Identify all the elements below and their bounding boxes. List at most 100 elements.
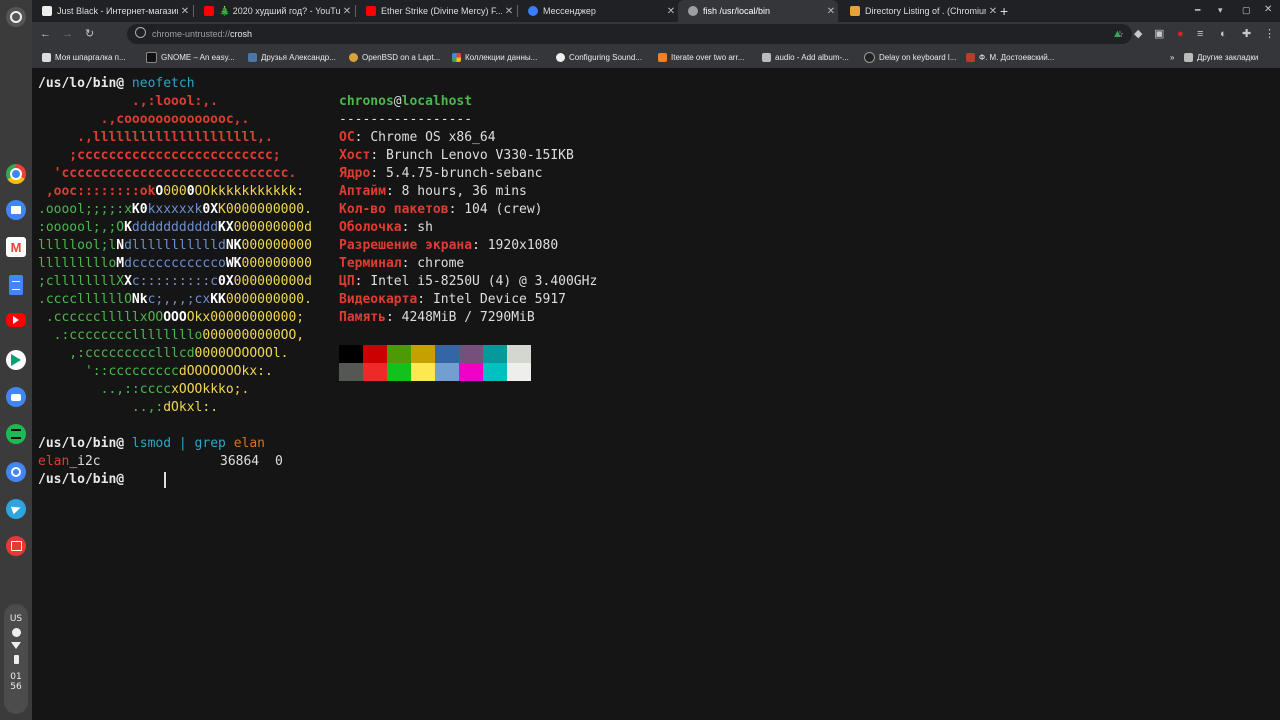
color-swatch bbox=[435, 345, 459, 363]
privacy-extension-icon[interactable]: ◐ bbox=[1220, 22, 1227, 46]
info-label: Оболочка bbox=[339, 220, 402, 235]
youtube-favicon-icon bbox=[366, 6, 376, 16]
bookmark-label: Моя шпаргалка п... bbox=[55, 52, 126, 62]
minimize-icon[interactable]: ━ bbox=[1195, 0, 1200, 21]
reload-icon[interactable]: ↻ bbox=[85, 22, 94, 46]
menu-dots-icon[interactable]: ⋮ bbox=[1264, 22, 1275, 46]
gmail-app-icon[interactable]: M bbox=[6, 237, 26, 257]
close-tab-icon[interactable]: ✕ bbox=[664, 6, 678, 17]
drive-extension-icon[interactable]: ▲ bbox=[1112, 22, 1123, 46]
bookmark-item[interactable]: Моя шпаргалка п... bbox=[42, 50, 126, 64]
other-bookmarks-folder[interactable]: Другие закладки bbox=[1184, 50, 1258, 64]
tab-fish-active[interactable]: fish /usr/local/bin ✕ bbox=[678, 0, 838, 22]
bookmark-label: OpenBSD on a Lapt... bbox=[362, 52, 441, 62]
info-value: 1920x1080 bbox=[487, 238, 559, 253]
argument: elan bbox=[233, 436, 265, 451]
info-line: Видеокарта: Intel Device 5917 bbox=[339, 292, 566, 307]
stackoverflow-icon bbox=[658, 52, 667, 62]
back-icon[interactable]: ← bbox=[40, 22, 51, 46]
dataset-icon bbox=[452, 52, 461, 62]
bookmark-label: Друзья Александр... bbox=[261, 52, 336, 62]
new-tab-button[interactable]: + bbox=[1000, 0, 1018, 22]
sound-extension-icon[interactable]: ≡ bbox=[1197, 22, 1203, 46]
bookmark-item[interactable]: GNOME – An easy... bbox=[146, 50, 235, 64]
color-swatch bbox=[411, 363, 435, 381]
info-icon[interactable] bbox=[135, 27, 146, 38]
close-tab-icon[interactable]: ✕ bbox=[502, 6, 516, 17]
bookmark-item[interactable]: OpenBSD on a Lapt... bbox=[349, 50, 440, 64]
add-icon bbox=[11, 628, 21, 637]
spotify-app-icon[interactable] bbox=[6, 424, 26, 444]
bookmark-item[interactable]: Configuring Sound... bbox=[556, 50, 642, 64]
command: grep bbox=[194, 436, 226, 451]
close-tab-icon[interactable]: ✕ bbox=[340, 6, 354, 17]
close-window-icon[interactable]: ✕ bbox=[1264, 0, 1272, 21]
output-line: elan_i2c bbox=[38, 453, 101, 471]
match: elan bbox=[38, 454, 70, 469]
shelf: M US 01 56 bbox=[0, 0, 32, 720]
tab-just-black[interactable]: Just Black - Интернет-магазин... ✕ bbox=[32, 0, 192, 22]
bookmark-item[interactable]: Delay on keyboard l... bbox=[864, 50, 956, 64]
messenger-favicon-icon bbox=[528, 6, 538, 16]
info-line: Память: 4248MiB / 7290MiB bbox=[339, 310, 535, 325]
color-swatch bbox=[507, 363, 531, 381]
tab-title: Ether Strike (Divine Mercy) F... bbox=[381, 6, 502, 16]
screenshot-app-icon[interactable] bbox=[6, 536, 26, 556]
maximize-icon[interactable]: ▢ bbox=[1242, 0, 1251, 21]
puzzle-extensions-icon[interactable]: ✚ bbox=[1242, 22, 1251, 46]
youtube-app-icon[interactable] bbox=[6, 313, 26, 327]
messages-app-icon[interactable] bbox=[6, 387, 26, 407]
book-icon bbox=[966, 52, 975, 62]
tab-ether-strike[interactable]: Ether Strike (Divine Mercy) F... ✕ bbox=[356, 0, 516, 22]
info-value: Brunch Lenovo V330-15IKB bbox=[385, 148, 574, 163]
forward-icon[interactable]: → bbox=[62, 22, 73, 46]
bookmark-item[interactable]: Коллекции данны... bbox=[452, 50, 537, 64]
tab-youtube-2020[interactable]: 🎄 2020 худший год? - YouTube ✕ bbox=[194, 0, 354, 22]
telegram-app-icon[interactable] bbox=[6, 499, 26, 519]
color-swatch bbox=[363, 345, 387, 363]
tab-search-icon[interactable]: ▾ bbox=[1218, 0, 1223, 21]
dash-line: ----------------- bbox=[339, 112, 473, 127]
files-app-icon[interactable] bbox=[6, 200, 26, 220]
address-bar[interactable]: chrome-untrusted://crosh ☆ bbox=[127, 24, 1132, 44]
close-tab-icon[interactable]: ✕ bbox=[824, 6, 838, 17]
tab-directory-listing[interactable]: Directory Listing of . (Chromium... ✕ bbox=[840, 0, 1000, 22]
clock-minutes: 56 bbox=[10, 682, 22, 692]
ublock-extension-icon[interactable]: ● bbox=[1177, 22, 1184, 46]
color-swatch bbox=[411, 345, 435, 363]
play-store-app-icon[interactable] bbox=[6, 350, 26, 370]
bookmark-label: audio - Add album-... bbox=[775, 52, 849, 62]
more-bookmarks-button[interactable]: » bbox=[1170, 50, 1174, 64]
folder-icon bbox=[1184, 52, 1193, 62]
cast-extension-icon[interactable]: ▣ bbox=[1154, 22, 1164, 46]
bookmark-label: Ф. М. Достоевский... bbox=[979, 52, 1055, 62]
bookmarks-bar: Моя шпаргалка п... GNOME – An easy... Др… bbox=[32, 46, 1280, 68]
prompt: /us/lo/bin@ bbox=[38, 472, 125, 487]
status-tray[interactable]: US 01 56 bbox=[4, 604, 28, 714]
module-name: _i2c bbox=[69, 454, 101, 469]
bookmark-item[interactable]: Ф. М. Достоевский... bbox=[966, 50, 1054, 64]
info-value: chrome bbox=[417, 256, 465, 271]
hostname: localhost bbox=[401, 94, 473, 109]
tab-messenger[interactable]: Мессенджер ✕ bbox=[518, 0, 678, 22]
folder-favicon-icon bbox=[850, 6, 860, 16]
docs-app-icon[interactable] bbox=[9, 275, 23, 295]
github-icon bbox=[864, 51, 875, 63]
color-swatch bbox=[483, 363, 507, 381]
info-line: Терминал: chrome bbox=[339, 256, 465, 271]
settings-app-icon[interactable] bbox=[6, 462, 26, 482]
bookmark-item[interactable]: audio - Add album-... bbox=[762, 50, 849, 64]
superuser-icon bbox=[762, 52, 771, 62]
terminal[interactable]: /us/lo/bin@ neofetch .,:loool:,. .,coooo… bbox=[32, 68, 1280, 720]
close-tab-icon[interactable]: ✕ bbox=[986, 6, 1000, 17]
extension-icon[interactable]: ◆ bbox=[1134, 22, 1142, 46]
info-line: ОС: Chrome OS x86_64 bbox=[339, 130, 496, 145]
bookmark-item[interactable]: Iterate over two arr... bbox=[658, 50, 744, 64]
command: neofetch bbox=[131, 76, 195, 91]
launcher-button[interactable] bbox=[6, 7, 26, 27]
bookmark-item[interactable]: Друзья Александр... bbox=[248, 50, 336, 64]
close-tab-icon[interactable]: ✕ bbox=[178, 6, 192, 17]
info-label: Терминал bbox=[339, 256, 402, 271]
chrome-app-icon[interactable] bbox=[6, 164, 26, 184]
color-swatch bbox=[339, 345, 363, 363]
